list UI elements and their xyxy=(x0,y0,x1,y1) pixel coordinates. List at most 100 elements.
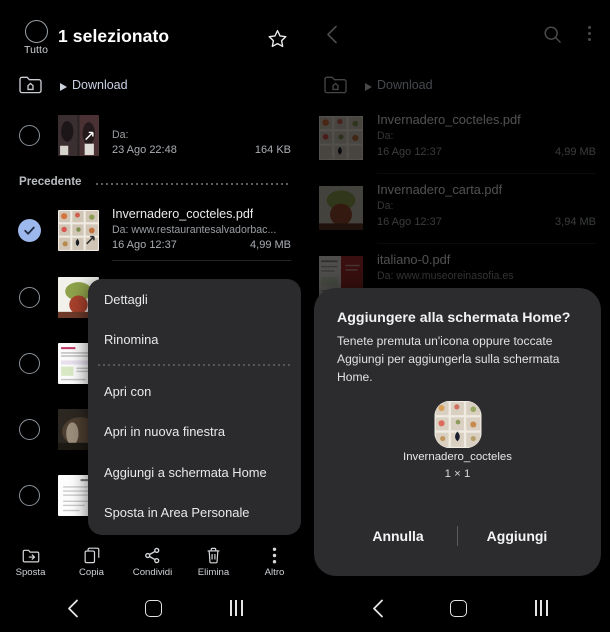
nav-home-icon[interactable] xyxy=(423,584,493,632)
file-source: Da: xyxy=(377,130,394,142)
row-checkbox[interactable] xyxy=(19,287,40,308)
file-thumbnail xyxy=(319,116,363,160)
file-name: italiano-0.pdf xyxy=(377,252,451,267)
elimina-button[interactable]: Elimina xyxy=(183,540,244,584)
copy-icon xyxy=(84,546,100,565)
table-row[interactable]: Da: 23 Ago 22:48 164 KB xyxy=(0,104,305,166)
file-source: Da: xyxy=(112,129,129,141)
condividi-button[interactable]: Condividi xyxy=(122,540,183,584)
table-row[interactable]: Invernadero_carta.pdf Da: 16 Ago 12:37 3… xyxy=(305,174,610,244)
dialog-buttons: Annulla Aggiungi xyxy=(314,526,601,546)
menu-divider xyxy=(98,364,291,366)
back-arrow-icon[interactable] xyxy=(325,24,340,50)
file-source: Da: www.restaurantesalvadorbac... xyxy=(112,224,277,236)
condividi-label: Condividi xyxy=(132,567,173,578)
nav-recents-icon[interactable] xyxy=(201,584,271,632)
table-row[interactable]: Invernadero_cocteles.pdf Da: 16 Ago 12:3… xyxy=(305,104,610,174)
file-size: 3,94 MB xyxy=(555,216,596,228)
row-divider xyxy=(112,260,291,261)
widget-size-label: 1 × 1 xyxy=(444,468,471,480)
star-icon[interactable] xyxy=(267,28,288,54)
table-row[interactable]: Invernadero_cocteles.pdf Da: www.restaur… xyxy=(0,199,305,261)
nav-back-icon[interactable] xyxy=(38,584,108,632)
breadcrumb-path-download[interactable]: Download xyxy=(377,78,433,92)
dialog-title: Aggiungere alla schermata Home? xyxy=(337,310,571,326)
checkmark-icon xyxy=(18,219,41,242)
file-thumbnail xyxy=(58,115,99,156)
menu-item-dettagli[interactable]: Dettagli xyxy=(88,279,301,320)
right-panel: Download Invernadero_cocteles.pdf Da: 16… xyxy=(305,0,610,632)
file-thumbnail xyxy=(58,210,99,251)
file-source: Da: xyxy=(377,200,394,212)
redacted-source-block xyxy=(130,127,266,140)
menu-item-rinomina[interactable]: Rinomina xyxy=(88,320,301,361)
add-button[interactable]: Aggiungi xyxy=(458,528,576,544)
more-vertical-icon xyxy=(272,546,277,565)
share-icon xyxy=(144,546,161,565)
caret-right-icon xyxy=(60,83,67,91)
redacted-source-block xyxy=(396,198,578,212)
breadcrumb-path-download[interactable]: Download xyxy=(72,78,128,92)
left-android-navbar xyxy=(0,584,305,632)
altro-label: Altro xyxy=(264,567,285,578)
copia-label: Copia xyxy=(78,567,105,578)
left-appbar: Tutto 1 selezionato xyxy=(0,0,305,64)
row-checkbox-selected[interactable] xyxy=(18,219,41,242)
altro-button[interactable]: Altro xyxy=(244,540,305,584)
menu-item-sposta-area-personale[interactable]: Sposta in Area Personale xyxy=(88,493,301,534)
file-date: 23 Ago 22:48 xyxy=(112,144,177,156)
bottom-action-bar: Sposta Copia Condividi Elimina Altro xyxy=(0,540,305,584)
file-name: Invernadero_cocteles.pdf xyxy=(377,112,521,127)
search-icon[interactable] xyxy=(543,25,562,49)
left-breadcrumb: Download xyxy=(0,64,305,104)
row-checkbox[interactable] xyxy=(19,485,40,506)
menu-item-apri-nuova-finestra[interactable]: Apri in nuova finestra xyxy=(88,412,301,453)
add-to-home-dialog: Aggiungere alla schermata Home? Tenete p… xyxy=(314,288,601,576)
right-android-navbar xyxy=(305,584,610,632)
caret-right-icon xyxy=(365,83,372,91)
menu-item-aggiungi-schermata-home[interactable]: Aggiungi a schermata Home xyxy=(88,452,301,493)
file-name: Invernadero_cocteles.pdf xyxy=(112,207,254,221)
left-panel: Tutto 1 selezionato Download Da: 23 Ago … xyxy=(0,0,305,632)
nav-back-icon[interactable] xyxy=(343,584,413,632)
selection-count-title: 1 selezionato xyxy=(58,26,170,46)
section-header-precedente: Precedente xyxy=(0,167,305,199)
file-thumbnail xyxy=(319,186,363,230)
file-date: 16 Ago 12:37 xyxy=(377,216,442,228)
cancel-button[interactable]: Annulla xyxy=(339,528,457,544)
menu-item-apri-con[interactable]: Apri con xyxy=(88,371,301,412)
redacted-source-block xyxy=(396,128,578,142)
file-date: 16 Ago 12:37 xyxy=(377,146,442,158)
redacted-filename-block xyxy=(112,108,292,124)
file-source: Da: www.museoreinasofia.es xyxy=(377,270,514,282)
file-size: 4,99 MB xyxy=(555,146,596,158)
copia-button[interactable]: Copia xyxy=(61,540,122,584)
trash-icon xyxy=(206,546,221,565)
row-checkbox[interactable] xyxy=(19,353,40,374)
file-name: Invernadero_carta.pdf xyxy=(377,182,503,197)
nav-home-icon[interactable] xyxy=(118,584,188,632)
move-to-folder-icon xyxy=(22,546,40,565)
sposta-label: Sposta xyxy=(15,567,46,578)
file-date: 16 Ago 12:37 xyxy=(112,239,177,251)
elimina-label: Elimina xyxy=(197,567,230,578)
widget-preview-icon xyxy=(434,401,481,448)
folder-home-icon[interactable] xyxy=(323,74,348,100)
file-size: 4,99 MB xyxy=(250,239,291,251)
sposta-button[interactable]: Sposta xyxy=(0,540,61,584)
nav-recents-icon[interactable] xyxy=(506,584,576,632)
context-menu[interactable]: Dettagli Rinomina Apri con Apri in nuova… xyxy=(88,279,301,535)
section-header-label: Precedente xyxy=(19,175,82,188)
screenshot-root: Tutto 1 selezionato Download Da: 23 Ago … xyxy=(0,0,610,632)
select-all-circle-icon xyxy=(24,20,48,43)
more-vertical-icon[interactable] xyxy=(588,26,591,41)
dialog-body-text: Tenete premuta un'icona oppure toccate A… xyxy=(337,334,560,384)
section-divider xyxy=(96,183,291,185)
right-appbar xyxy=(305,0,610,64)
row-checkbox[interactable] xyxy=(19,419,40,440)
select-all-label: Tutto xyxy=(23,44,49,56)
row-checkbox[interactable] xyxy=(19,125,40,146)
select-all-button[interactable]: Tutto xyxy=(14,20,58,56)
widget-name-label: Invernadero_cocteles xyxy=(403,451,512,463)
folder-home-icon[interactable] xyxy=(18,74,43,100)
